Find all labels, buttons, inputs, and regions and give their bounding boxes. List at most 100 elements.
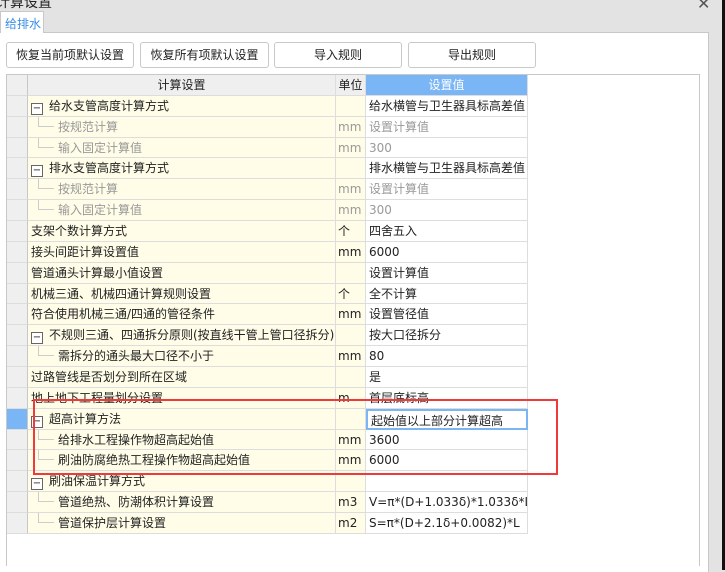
row-header[interactable] [7, 450, 28, 472]
table-row[interactable]: 支架个数计算方式 个 四舍五入 [7, 221, 528, 242]
row-header[interactable] [7, 429, 28, 451]
tab-water-supply-drainage[interactable]: 给排水 [0, 11, 44, 33]
row-header[interactable] [7, 325, 28, 347]
row-header[interactable] [7, 241, 28, 263]
table-row[interactable]: 刷油防腐绝热工程操作物超高起始值 mm 6000 [7, 450, 528, 472]
setting-value[interactable]: 300 [366, 200, 528, 222]
setting-name-text: 管道通头计算最小值设置 [31, 265, 164, 280]
restore-all-default-button[interactable]: 恢复所有项默认设置 [140, 42, 269, 68]
setting-name: 刷油防腐绝热工程操作物超高起始值 [28, 450, 336, 472]
row-header[interactable] [7, 304, 28, 326]
setting-value[interactable]: 3600 [366, 429, 528, 451]
export-rules-button[interactable]: 导出规则 [408, 42, 536, 68]
row-header[interactable] [7, 367, 28, 388]
setting-name-text: 接头间距计算设置值 [31, 244, 140, 259]
collapse-toggle-icon[interactable]: − [31, 478, 43, 491]
table-row[interactable]: 机械三通、机械四通计算规则设置 个 全不计算 [7, 283, 528, 305]
column-header-name: 计算设置 [28, 75, 336, 96]
import-rules-button[interactable]: 导入规则 [274, 42, 402, 68]
row-header[interactable] [7, 116, 28, 138]
setting-value[interactable]: 设置计算值 [366, 116, 528, 138]
table-row[interactable]: 按规范计算 mm 设置计算值 [7, 116, 528, 138]
row-header[interactable] [7, 262, 28, 284]
setting-value[interactable]: V=π*(D+1.033δ)*1.033δ*L [366, 492, 528, 514]
table-row[interactable]: 接头间距计算设置值 mm 6000 [7, 241, 528, 263]
row-header[interactable] [7, 513, 28, 534]
setting-name: 管道保护层计算设置 [28, 513, 336, 534]
setting-value[interactable]: 全不计算 [366, 283, 528, 305]
tree-line [38, 450, 54, 461]
setting-name-text: 超高计算方法 [49, 411, 122, 426]
setting-name: 按规范计算 [28, 116, 336, 138]
setting-unit: mm [336, 179, 366, 201]
setting-value[interactable]: 给水横管与卫生器具标高差值 [366, 95, 528, 117]
restore-current-default-button[interactable]: 恢复当前项默认设置 [6, 42, 134, 68]
row-header[interactable] [7, 471, 28, 493]
table-row[interactable]: 管道绝热、防潮体积计算设置 m3 V=π*(D+1.033δ)*1.033δ*L [7, 492, 528, 514]
table-row[interactable]: 按规范计算 mm 设置计算值 [7, 179, 528, 201]
setting-value[interactable]: 首层底标高 [366, 387, 528, 409]
tree-line [38, 200, 54, 211]
setting-value[interactable]: 按大口径拆分 [366, 325, 528, 347]
row-header[interactable] [7, 95, 28, 117]
setting-value[interactable]: 设置管径值 [366, 304, 528, 326]
table-row[interactable]: − 超高计算方法 起始值以上部分计算超高 [7, 408, 528, 430]
row-header[interactable] [7, 200, 28, 222]
setting-name-text: 机械三通、机械四通计算规则设置 [31, 286, 212, 301]
row-header[interactable] [7, 158, 28, 180]
collapse-toggle-icon[interactable]: − [31, 332, 43, 345]
setting-value[interactable]: 设置计算值 [366, 262, 528, 284]
table-row[interactable]: − 给水支管高度计算方式 给水横管与卫生器具标高差值 [7, 95, 528, 117]
close-icon[interactable]: ✕ [697, 0, 710, 13]
setting-name: 管道通头计算最小值设置 [28, 262, 336, 284]
row-header[interactable] [7, 346, 28, 368]
table-row[interactable]: 管道通头计算最小值设置 设置计算值 [7, 262, 528, 284]
setting-value[interactable]: 6000 [366, 450, 528, 472]
setting-name: 需拆分的通头最大口径不小于 [28, 346, 336, 368]
row-header[interactable] [7, 221, 28, 242]
row-header[interactable] [7, 283, 28, 305]
header-corner [7, 75, 28, 96]
setting-value[interactable] [366, 471, 528, 493]
setting-value[interactable]: 6000 [366, 241, 528, 263]
setting-name-text: 按规范计算 [58, 182, 119, 197]
row-header[interactable] [7, 387, 28, 409]
setting-value[interactable]: 是 [366, 367, 528, 388]
table-row[interactable]: 需拆分的通头最大口径不小于 mm 80 [7, 346, 528, 368]
table-row[interactable]: − 排水支管高度计算方式 排水横管与卫生器具标高差值 [7, 158, 528, 180]
row-header[interactable] [7, 137, 28, 159]
collapse-toggle-icon[interactable]: − [31, 102, 43, 115]
table-row[interactable]: 管道保护层计算设置 m2 S=π*(D+2.1δ+0.0082)*L [7, 513, 528, 534]
table-row[interactable]: 过路管线是否划分到所在区域 是 [7, 367, 528, 388]
tree-line [38, 137, 54, 148]
table-row[interactable]: 符合使用机械三通/四通的管径条件 mm 设置管径值 [7, 304, 528, 326]
table-row[interactable]: − 刷油保温计算方式 [7, 471, 528, 493]
collapse-toggle-icon[interactable]: − [31, 165, 43, 178]
setting-value[interactable]: 排水横管与卫生器具标高差值 [366, 158, 528, 180]
setting-unit [336, 158, 366, 180]
setting-name: 输入固定计算值 [28, 200, 336, 222]
setting-value[interactable]: 80 [366, 346, 528, 368]
setting-name-text: 给水支管高度计算方式 [49, 98, 170, 113]
table-row[interactable]: 地上地下工程量划分设置 m 首层底标高 [7, 387, 528, 409]
table-row[interactable]: 给排水工程操作物超高起始值 mm 3600 [7, 429, 528, 451]
setting-unit: mm [336, 137, 366, 159]
row-header[interactable] [7, 492, 28, 514]
setting-name-text: 支架个数计算方式 [31, 224, 128, 239]
setting-value[interactable]: 300 [366, 137, 528, 159]
column-header-unit: 单位 [336, 75, 366, 96]
setting-name-text: 符合使用机械三通/四通的管径条件 [31, 307, 216, 322]
setting-value[interactable]: 起始值以上部分计算超高 [366, 408, 528, 430]
row-header[interactable] [7, 179, 28, 201]
table-row[interactable]: 输入固定计算值 mm 300 [7, 200, 528, 222]
setting-value[interactable]: 四舍五入 [366, 221, 528, 242]
row-header[interactable] [7, 408, 28, 430]
setting-value[interactable]: S=π*(D+2.1δ+0.0082)*L [366, 513, 528, 534]
collapse-toggle-icon[interactable]: − [31, 415, 43, 428]
setting-name: 地上地下工程量划分设置 [28, 387, 336, 409]
setting-value[interactable]: 设置计算值 [366, 179, 528, 201]
table-row[interactable]: − 不规则三通、四通拆分原则(按直线干管上管口径拆分) 按大口径拆分 [7, 325, 528, 347]
table-row[interactable]: 输入固定计算值 mm 300 [7, 137, 528, 159]
setting-unit: mm [336, 450, 366, 472]
setting-unit [336, 471, 366, 493]
